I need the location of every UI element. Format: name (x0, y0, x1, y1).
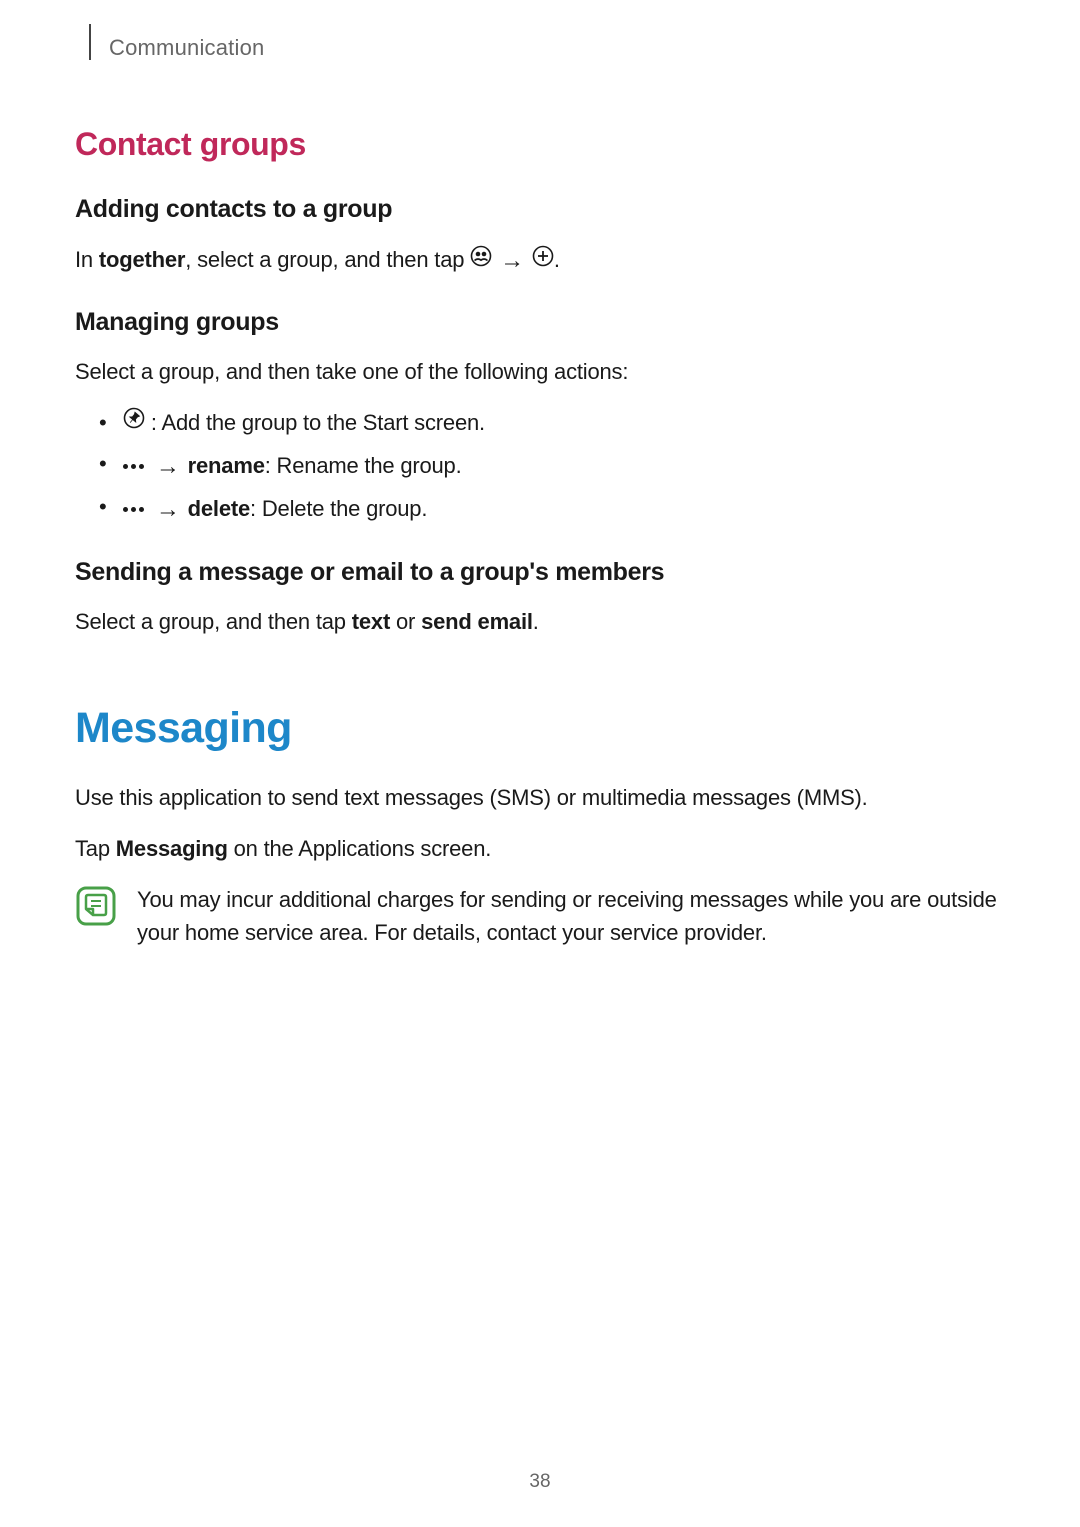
adding-contacts-text: In together, select a group, and then ta… (75, 242, 1005, 278)
page-header: Communication (89, 30, 1005, 66)
managing-actions-list: : Add the group to the Start screen. → r… (75, 406, 1005, 528)
ellipsis-icon (123, 507, 144, 512)
arrow-icon: → (156, 491, 180, 528)
arrow-icon: → (500, 243, 524, 279)
arrow-icon: → (156, 448, 180, 485)
note-block: You may incur additional charges for sen… (75, 883, 1005, 949)
ellipsis-icon (123, 464, 144, 469)
messaging-tap: Tap Messaging on the Applications screen… (75, 832, 1005, 865)
pin-circle-icon (123, 405, 145, 439)
note-text: You may incur additional charges for sen… (137, 883, 1005, 949)
header-section-label: Communication (109, 35, 264, 61)
sending-text: Select a group, and then tap text or sen… (75, 605, 1005, 638)
managing-intro: Select a group, and then take one of the… (75, 355, 1005, 388)
heading-managing-groups: Managing groups (75, 308, 1005, 337)
list-item: : Add the group to the Start screen. (99, 406, 1005, 441)
list-item: → rename: Rename the group. (99, 447, 1005, 484)
add-circle-icon (532, 243, 554, 276)
list-item: → delete: Delete the group. (99, 490, 1005, 527)
heading-messaging: Messaging (75, 704, 1005, 753)
note-icon (75, 885, 117, 932)
heading-contact-groups: Contact groups (75, 126, 1005, 163)
heading-sending-message: Sending a message or email to a group's … (75, 558, 1005, 587)
header-divider (89, 24, 91, 60)
messaging-intro: Use this application to send text messag… (75, 781, 1005, 814)
group-icon (470, 243, 492, 276)
heading-adding-contacts: Adding contacts to a group (75, 195, 1005, 224)
page-number: 38 (0, 1471, 1080, 1493)
